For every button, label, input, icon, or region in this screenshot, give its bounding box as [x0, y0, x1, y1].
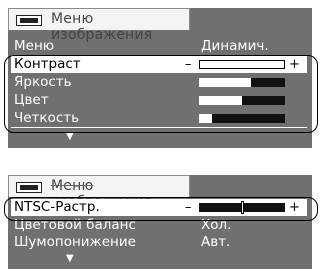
bar-fill — [199, 114, 212, 123]
row-label: Цвет — [14, 92, 49, 108]
menu-title-tab: Меню изображения — [8, 8, 190, 43]
tv-icon — [16, 15, 42, 26]
row-label: NTSC-Растр. — [14, 199, 100, 215]
row-label: Шумопонижение — [14, 234, 136, 250]
menu-row-ntsc-tint[interactable]: NTSC-Растр. – + — [11, 199, 307, 216]
menu-title-tab: Меню изображения — [8, 175, 190, 210]
row-label: Цветовой баланс — [14, 217, 136, 233]
bar-fill — [199, 96, 242, 105]
tv-icon — [16, 182, 42, 193]
scroll-down-arrow-icon[interactable]: ▼ — [66, 131, 74, 142]
row-label: Меню — [14, 38, 55, 54]
bar-fill — [199, 78, 251, 87]
plus-sign: + — [289, 57, 300, 72]
row-value: Динамич. — [201, 38, 269, 54]
sharpness-level-bar[interactable] — [199, 114, 285, 123]
picture-menu-panel-2: Меню изображения NTSC-Растр. – + Цветово… — [8, 175, 312, 269]
scroll-down-arrow-icon[interactable]: ▼ — [66, 253, 74, 264]
menu-row-noise-reduction[interactable]: Шумопонижение Авт. — [11, 234, 307, 251]
minus-sign: – — [185, 200, 192, 215]
menu-row-mode[interactable]: Меню Динамич. — [11, 38, 307, 56]
bar-marker — [241, 201, 244, 214]
color-level-bar[interactable] — [199, 96, 285, 105]
row-label: Четкость — [14, 110, 80, 126]
contrast-level-bar[interactable] — [199, 60, 285, 69]
ntsc-tint-level-bar[interactable] — [199, 201, 285, 214]
plus-sign: + — [289, 200, 300, 215]
row-value: Хол. — [201, 217, 232, 233]
menu-row-color[interactable]: Цвет — [11, 92, 307, 109]
menu-row-brightness[interactable]: Яркость — [11, 74, 307, 91]
menu-row-sharpness[interactable]: Четкость — [11, 110, 307, 128]
minus-sign: – — [185, 57, 192, 72]
row-label: Контраст — [14, 56, 81, 72]
menu-row-contrast[interactable]: Контраст – + — [11, 56, 307, 73]
picture-menu-panel-1: Меню изображения Меню Динамич. Контраст … — [8, 8, 312, 148]
row-label: Яркость — [14, 74, 72, 90]
menu-row-color-balance[interactable]: Цветовой баланс Хол. — [11, 217, 307, 234]
row-value: Авт. — [201, 234, 231, 250]
brightness-level-bar[interactable] — [199, 78, 285, 87]
